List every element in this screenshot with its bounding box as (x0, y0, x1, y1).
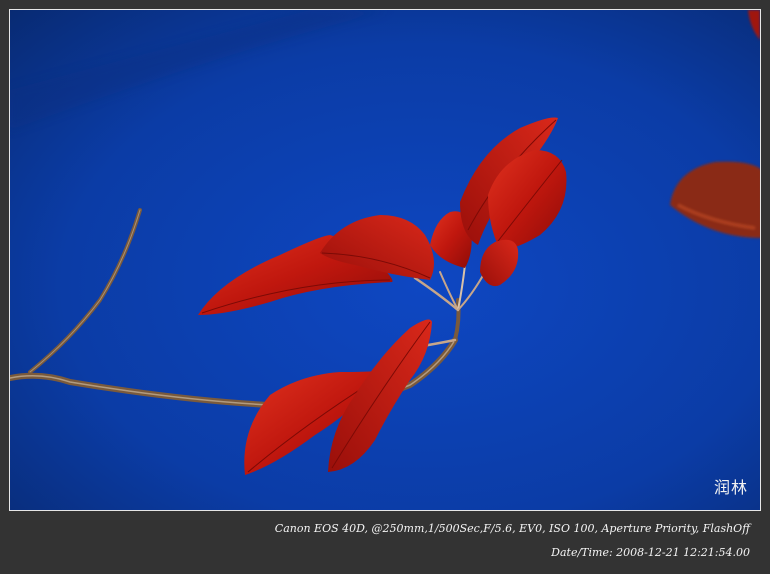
watermark: 润林 (713, 478, 748, 497)
photo-frame: 润林 (9, 9, 761, 511)
datetime-caption: Date/Time: 2008-12-21 12:21:54.00 (551, 546, 750, 559)
photo (10, 10, 760, 510)
exif-caption: Canon EOS 40D, @250mm,1/500Sec,F/5.6, EV… (274, 522, 750, 535)
